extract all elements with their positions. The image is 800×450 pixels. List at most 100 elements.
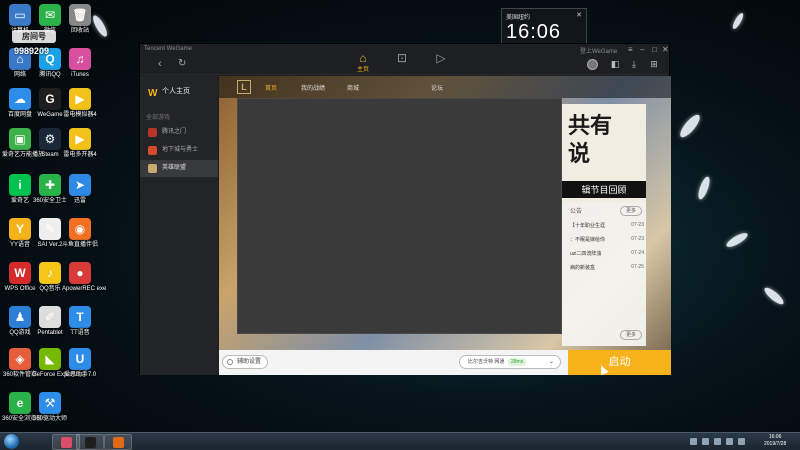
sidebar-item-label: 腾讯之门 [162,129,187,135]
news-item[interactable]: 病的新装盒 07-25 [570,264,646,274]
desktop-icon[interactable]: ● ApowerREC exe [62,262,107,293]
app-icon: W [9,262,31,284]
app-icon: ✉ [39,4,61,26]
desktop-icon-label: 雷电多开器4 [63,152,97,158]
news-item[interactable]: uzi二四流阵浊 07-24 [570,250,646,260]
volume-icon[interactable] [738,438,745,445]
server-select[interactable]: 比尔吉沃特 网通 28ms ⌄ [459,355,561,369]
tab-home[interactable]: ⌂ 主页 [353,52,373,73]
home-icon: ⌂ [359,51,367,65]
ping-badge: 28ms [508,358,527,366]
skin-icon[interactable]: ◧ [610,59,620,69]
sidebar-item-game[interactable]: 腾讯之门 [140,124,218,141]
desktop-icon-label: ApowerREC exe [62,286,107,292]
tab-video[interactable]: ▷ [431,52,451,64]
taskbar: 16:06 2019/7/28 [0,432,800,450]
settings-icon [227,359,233,365]
close-icon[interactable]: ✕ [576,11,582,19]
desktop-icon[interactable]: U 爱思助手7.0 [62,348,98,379]
more-button[interactable]: 更多 [620,206,642,216]
game-icon [148,128,157,137]
tray-icon[interactable] [714,438,721,445]
network-icon[interactable] [726,438,733,445]
menu-icon[interactable]: ≡ [628,45,633,54]
start-button[interactable] [4,434,19,449]
taskbar-app[interactable] [76,434,104,450]
video-icon: ▷ [436,51,446,65]
desktop-icon[interactable]: ⚒ 360驱动大师 [32,392,68,423]
promo-banner[interactable]: 共有 说 辑节目回顾 [562,104,646,202]
download-icon[interactable]: ⤓ [629,59,639,69]
app-icon: ➤ [69,174,91,196]
news-title: 病的新装盒 [570,265,596,271]
tab-game-section[interactable]: 我的战绩 [301,83,325,92]
game-content: L 首页 我的战绩 商城 论坛 共有 说 辑节目回顾 更多 公告 【十年职业生涯 07-… [219,76,671,375]
minimize-icon[interactable]: – [640,45,644,54]
close-icon[interactable]: ✕ [662,45,669,54]
sidebar-item-game[interactable]: 地下城与勇士 [140,142,218,159]
app-icon: i [9,174,31,196]
tray-icon[interactable] [702,438,709,445]
app-icon: ♫ [69,48,91,70]
tab-download[interactable]: ⊡ [392,52,412,64]
banner-headline: 共有 说 [568,113,613,166]
desktop-icon[interactable]: ▶ 雷电模拟器4 [62,88,98,119]
maximize-icon[interactable]: □ [652,45,657,54]
tray-date: 2019/7/28 [764,441,787,447]
tab-game-section[interactable]: 首页 [265,83,277,92]
refresh-icon[interactable]: ↻ [178,58,186,69]
desktop-icon[interactable]: ♫ iTunes [62,48,98,79]
news-date: 07-23 [631,236,644,242]
app-icon: ◉ [69,218,91,240]
tab-game-section[interactable]: 论坛 [431,83,443,92]
tab-game-section[interactable]: 商城 [347,83,359,92]
desktop-icon[interactable]: T TT语音 [62,306,98,337]
desktop-icon-label: 斗鱼直播伴侣 [62,242,99,248]
app-icon: Y [9,218,31,240]
app-icon: ⚒ [39,392,61,414]
tray-clock[interactable]: 16:06 2019/7/28 [764,434,786,448]
app-icon: ♟ [9,306,31,328]
clock-time: 16:06 [506,21,562,43]
more-button[interactable]: 更多 [620,330,642,340]
app-icon: T [69,306,91,328]
lol-logo-icon: L [237,80,251,94]
sidebar: W 个人主页 全部游戏 腾讯之门 地下城与勇士 英雄联盟 [140,76,218,375]
window-title: 登上WeGame [580,49,618,55]
app-icon: e [9,392,31,414]
app-icon: ● [69,262,91,284]
wegame-logo-icon: W [148,88,158,99]
back-icon[interactable]: ‹ [158,58,162,70]
desktop-icon[interactable]: ➤ 迅雷 [62,174,98,205]
video-overlay[interactable] [237,98,562,334]
assist-settings-button[interactable]: 辅助设置 [222,355,269,369]
feather-decoration [724,230,750,250]
gift-icon[interactable]: ⊞ [649,59,659,69]
launch-button[interactable]: 启动 [568,350,671,375]
feather-decoration [762,285,786,307]
chevron-down-icon: ⌄ [548,359,554,365]
taskbar-app[interactable] [104,434,132,450]
desktop-icon-label: 爱思助手7.0 [63,372,97,378]
feather-decoration [730,11,746,31]
avatar[interactable] [587,59,598,70]
app-icon: ♪ [39,262,61,284]
news-item[interactable]: ：不眠是嫁给你 07-23 [570,236,646,246]
news-item[interactable]: 【十年职业生涯 07-23 [570,222,646,232]
desktop-icon-label: 雷电模拟器4 [63,112,97,118]
sidebar-item-label: 英雄联盟 [162,165,187,171]
sidebar-item-profile[interactable]: W 个人主页 [140,84,218,100]
sidebar-item-game[interactable]: 英雄联盟 [140,160,218,177]
app-icon: ✎ [39,218,61,240]
desktop-icon[interactable]: ▶ 雷电多开器4 [62,128,98,159]
game-nav: L 首页 我的战绩 商城 论坛 [219,76,671,98]
assist-settings-label: 辅助设置 [237,359,262,365]
app-icon [85,437,96,448]
wegame-window: Tencent WeGame ‹ ↻ ⌂ 主页 ⊡ ▷ 登上WeGame ≡ –… [139,43,671,375]
desktop-icon[interactable]: ◉ 斗鱼直播伴侣 [62,218,98,249]
feather-decoration [696,175,712,201]
app-icon: ▶ [69,128,91,150]
tray-icon[interactable] [690,438,697,445]
desktop-icon-label: TT语音 [70,330,90,336]
news-panel: 更多 公告 【十年职业生涯 07-23 ：不眠是嫁给你 07-23 uzi二四流阵浊 07… [562,202,646,346]
